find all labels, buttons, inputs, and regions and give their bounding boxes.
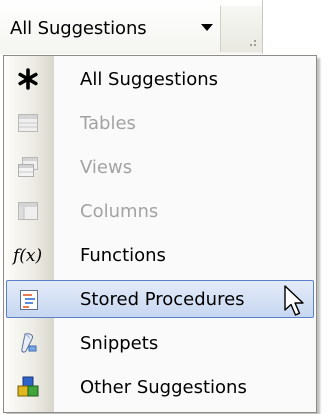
menu-item-views[interactable]: Views	[6, 148, 314, 186]
mouse-cursor-icon	[284, 285, 304, 316]
svg-text:f(x): f(x)	[12, 246, 42, 266]
menu-item-snippets[interactable]: Snippets	[6, 324, 314, 362]
menu-item-label: Columns	[80, 201, 159, 222]
stored-procedure-icon	[20, 290, 38, 310]
menu-item-label: Tables	[80, 113, 136, 134]
chevron-down-icon[interactable]	[201, 24, 213, 31]
function-icon: f(x)	[12, 246, 42, 266]
columns-icon	[18, 202, 38, 220]
views-icon	[18, 157, 38, 177]
suggestion-filter-menu: All Suggestions Tables Views Columns f(x…	[3, 55, 317, 413]
menu-item-label: Stored Procedures	[80, 289, 245, 310]
menu-item-all-suggestions[interactable]: All Suggestions	[6, 60, 314, 98]
menu-item-label: Functions	[80, 245, 166, 266]
menu-item-columns[interactable]: Columns	[6, 192, 314, 230]
asterisk-icon	[18, 68, 38, 90]
menu-item-label: Snippets	[80, 333, 159, 354]
other-suggestions-icon	[17, 376, 39, 397]
suggestion-filter-dropdown[interactable]: All Suggestions	[0, 0, 263, 54]
menu-item-other-suggestions[interactable]: Other Suggestions	[6, 368, 314, 406]
menu-item-functions[interactable]: f(x) Functions	[6, 236, 314, 274]
menu-item-label: Views	[80, 157, 133, 178]
snippet-icon	[21, 333, 37, 353]
menu-item-label: Other Suggestions	[80, 377, 247, 398]
resize-grip-icon[interactable]	[220, 6, 262, 52]
menu-item-stored-procedures[interactable]: Stored Procedures	[6, 280, 314, 318]
menu-item-tables[interactable]: Tables	[6, 104, 314, 142]
menu-item-label: All Suggestions	[80, 69, 219, 90]
table-icon	[18, 114, 38, 132]
dropdown-selected-value: All Suggestions	[10, 18, 147, 39]
